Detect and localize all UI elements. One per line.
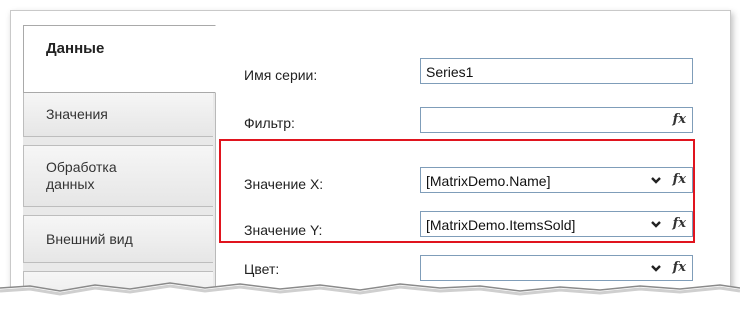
tab-appearance-label: Внешний вид [46, 230, 133, 247]
tab-data-processing[interactable]: Обработка данных [23, 145, 213, 207]
tab-values[interactable]: Значения [23, 92, 213, 137]
filter-input[interactable]: fx [420, 107, 693, 133]
highlight-box [219, 139, 695, 243]
torn-edge [0, 282, 740, 320]
series-name-label: Имя серии: [244, 67, 318, 83]
tab-data-processing-label: Обработка данных [46, 159, 117, 192]
fx-icon[interactable]: fx [673, 112, 686, 127]
tab-data[interactable]: Данные [23, 25, 216, 93]
tab-appearance[interactable]: Внешний вид [23, 215, 213, 263]
tab-values-label: Значения [46, 106, 108, 122]
filter-label: Фильтр: [244, 115, 295, 131]
series-name-value: Series1 [426, 64, 474, 80]
tab-data-label: Данные [46, 40, 105, 57]
series-name-input[interactable]: Series1 [420, 58, 693, 84]
